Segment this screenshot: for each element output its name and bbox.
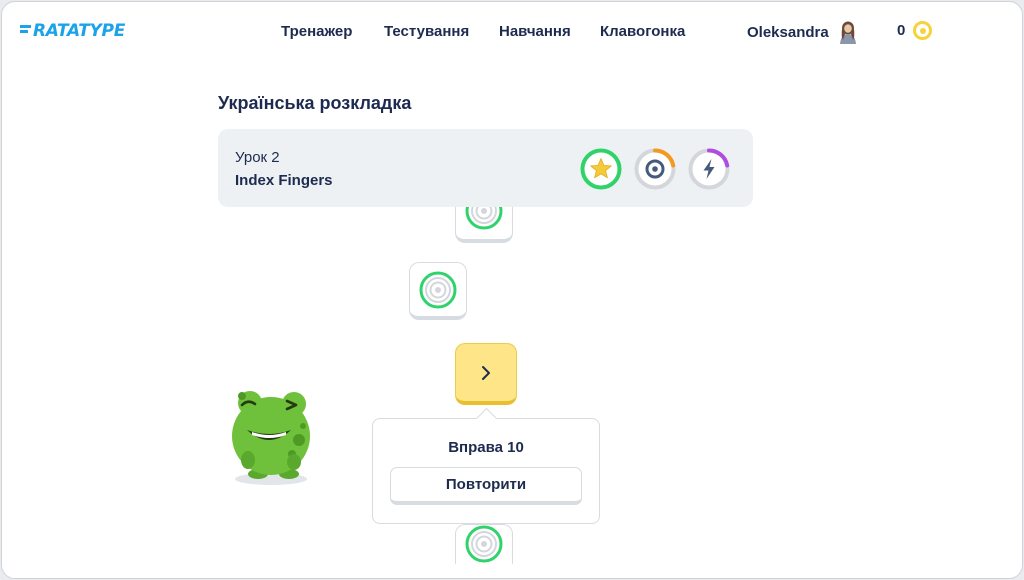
- user-menu[interactable]: Oleksandra: [747, 20, 859, 44]
- nav-trainer[interactable]: Тренажер: [281, 23, 352, 40]
- coin-icon: [913, 21, 933, 40]
- user-name: Oleksandra: [747, 23, 829, 41]
- star-badge[interactable]: [580, 148, 622, 190]
- exercise-tile-completed[interactable]: [409, 262, 467, 320]
- speed-badge[interactable]: [688, 148, 730, 190]
- lesson-card: Урок 2 Index Fingers: [218, 129, 753, 207]
- app-window: RATATYPE Тренажер Тестування Навчання Кл…: [1, 1, 1023, 579]
- nav-typing-race[interactable]: Клавогонка: [600, 23, 685, 40]
- lesson-name: Index Fingers: [235, 172, 333, 189]
- accuracy-badge[interactable]: [634, 148, 676, 190]
- exercise-tile-completed[interactable]: [455, 524, 513, 564]
- target-icon: [419, 271, 457, 308]
- star-icon: [580, 148, 622, 190]
- target-icon: [465, 207, 503, 230]
- repeat-button[interactable]: Повторити: [390, 467, 582, 505]
- nav-testing[interactable]: Тестування: [384, 23, 469, 40]
- logo-mark-icon: [20, 25, 31, 33]
- chevron-right-icon: [482, 365, 490, 380]
- nav-learning[interactable]: Навчання: [499, 23, 571, 40]
- target-icon: [465, 525, 503, 563]
- page-title: Українська розкладка: [218, 93, 412, 113]
- logo[interactable]: RATATYPE: [20, 21, 125, 41]
- lightning-icon: [688, 148, 730, 190]
- popup-title: Вправа 10: [448, 439, 524, 456]
- exercise-tile-current[interactable]: [455, 343, 517, 405]
- avatar[interactable]: [837, 20, 859, 44]
- target-icon: [634, 148, 676, 190]
- coins-count: 0: [897, 22, 906, 39]
- lesson-number: Урок 2: [235, 149, 280, 166]
- logo-text: RATATYPE: [33, 21, 126, 41]
- coins-counter[interactable]: 0: [897, 21, 933, 40]
- exercise-tile-completed[interactable]: [455, 207, 513, 243]
- frog-mascot: [232, 391, 310, 485]
- exercise-popup: Вправа 10 Повторити: [372, 418, 600, 524]
